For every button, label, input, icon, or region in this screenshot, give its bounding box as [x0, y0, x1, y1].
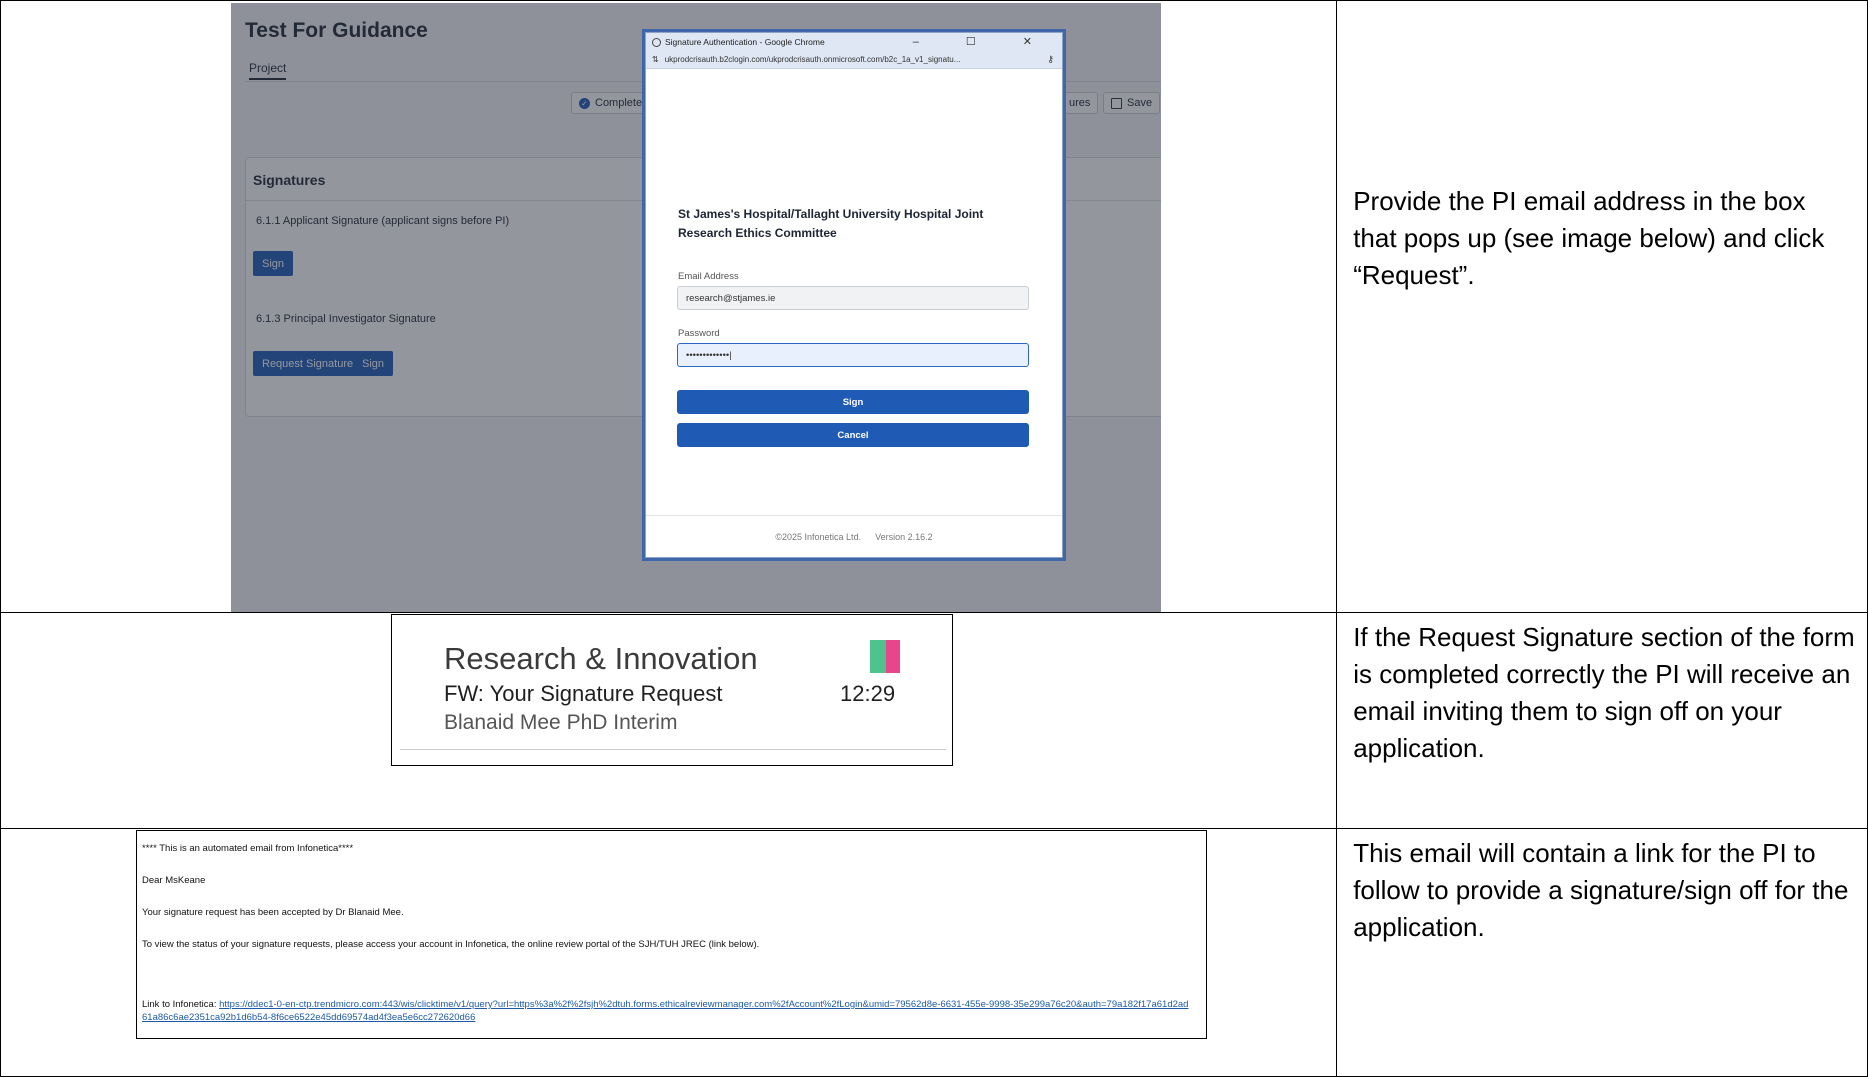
email-greeting: Dear MsKeane: [142, 875, 206, 886]
footer-version: Version 2.16.2: [875, 532, 933, 542]
email-sender: Research & Innovation: [444, 641, 758, 676]
sign-button[interactable]: Sign: [677, 390, 1029, 414]
cancel-button[interactable]: Cancel: [677, 423, 1029, 447]
automated-email: **** This is an automated email from Inf…: [136, 830, 1207, 1039]
popup-footer: ©2025 Infonetica Ltd. Version 2.16.2: [646, 515, 1062, 558]
email-subject: FW: Your Signature Request: [444, 681, 723, 706]
password-label: Password: [678, 328, 720, 339]
footer-copyright: ©2025 Infonetica Ltd.: [775, 532, 862, 542]
window-title: Signature Authentication - Google Chrome: [665, 37, 825, 47]
organisation-name: St James's Hospital/Tallaght University …: [678, 207, 984, 240]
category-flag-icon: [886, 640, 900, 673]
site-settings-icon: ⇅: [652, 55, 659, 64]
infonetica-link[interactable]: https://ddec1-0-en-ctp.trendmicro.com:44…: [142, 999, 1188, 1023]
chrome-icon: [652, 37, 661, 47]
key-icon: ⚷: [1047, 54, 1054, 64]
link-label: Link to Infonetica:: [142, 999, 220, 1010]
category-flag-icon: [870, 640, 886, 673]
window-titlebar: Signature Authentication - Google Chrome…: [646, 33, 1062, 51]
email-label: Email Address: [678, 271, 739, 282]
email-banner: **** This is an automated email from Inf…: [142, 843, 354, 854]
email-notification[interactable]: Research & Innovation FW: Your Signature…: [391, 614, 953, 766]
email-link-paragraph: Link to Infonetica: https://ddec1-0-en-c…: [142, 998, 1192, 1024]
instruction-text-3: This email will contain a link for the P…: [1336, 828, 1868, 1077]
address-bar[interactable]: ⇅ ukprodcrisauth.b2clogin.com/ukprodcris…: [646, 51, 1062, 69]
email-preview: Blanaid Mee PhD Interim: [444, 711, 678, 734]
instruction-text-1: Provide the PI email address in the box …: [1336, 0, 1868, 613]
email-time: 12:29: [840, 681, 896, 706]
email-status-text: To view the status of your signature req…: [142, 939, 760, 950]
divider: [400, 749, 946, 750]
signature-authentication-window: Signature Authentication - Google Chrome…: [645, 32, 1063, 558]
password-field[interactable]: •••••••••••••|: [677, 343, 1029, 367]
window-controls[interactable]: – ☐ ✕: [913, 35, 1054, 48]
email-field[interactable]: research@stjames.ie: [677, 286, 1029, 310]
instruction-text-2: If the Request Signature section of the …: [1336, 612, 1868, 829]
url-text: ukprodcrisauth.b2clogin.com/ukprodcrisau…: [664, 55, 961, 64]
email-accepted-text: Your signature request has been accepted…: [142, 907, 404, 918]
